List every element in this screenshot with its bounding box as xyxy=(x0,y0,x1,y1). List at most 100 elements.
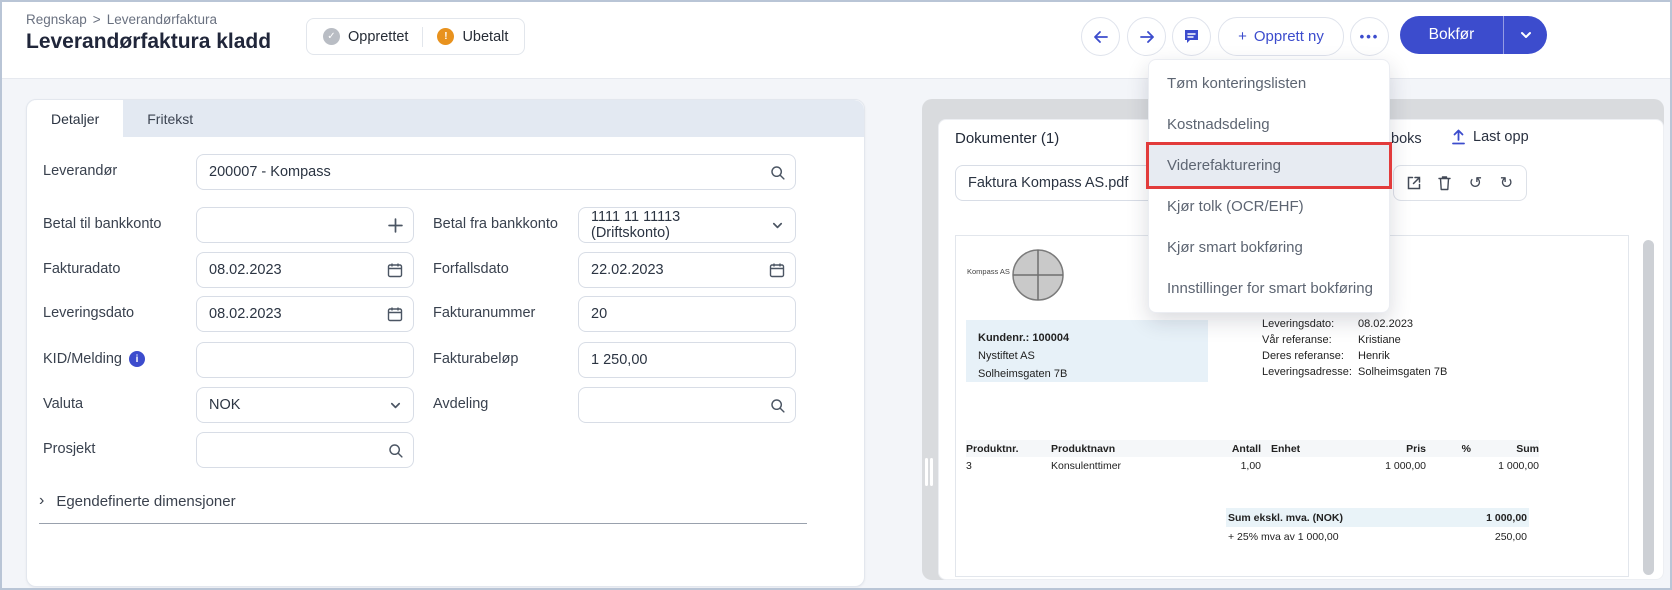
comments-button[interactable] xyxy=(1172,17,1211,56)
arrow-right-icon xyxy=(1138,28,1156,46)
app-window: Regnskap > Leverandørfaktura Leverandørf… xyxy=(0,0,1672,590)
status-badge-label: Opprettet xyxy=(348,29,408,45)
info-icon[interactable]: i xyxy=(129,351,145,367)
more-actions-button[interactable]: ••• xyxy=(1350,17,1389,56)
forward-button[interactable] xyxy=(1127,17,1166,56)
bokfor-dropdown-button[interactable] xyxy=(1504,16,1547,54)
menu-item-innstillinger-smart-bokforing[interactable]: Innstillinger for smart bokføring xyxy=(1149,268,1389,309)
document-toolbar: ↺ ↻ xyxy=(1393,165,1527,201)
rotate-cw-icon: ↻ xyxy=(1500,175,1513,191)
tab-fritekst[interactable]: Fritekst xyxy=(123,100,217,137)
fakturabelop-field-wrap xyxy=(578,342,796,378)
invoice-customer-block: Kundenr.: 100004 Nystiftet AS Solheimsga… xyxy=(966,320,1208,382)
bokfor-button[interactable]: Bokfør xyxy=(1400,16,1503,54)
rotate-right-button[interactable]: ↻ xyxy=(1495,171,1519,195)
forfallsdato-field-wrap xyxy=(578,252,796,288)
chevron-down-icon xyxy=(1519,28,1533,42)
meta-label: Leveringsadresse: xyxy=(1262,364,1358,380)
search-icon[interactable] xyxy=(385,440,405,460)
forfallsdato-label: Forfallsdato xyxy=(433,261,509,277)
fakturanummer-input[interactable] xyxy=(578,296,796,332)
search-icon[interactable] xyxy=(767,395,787,415)
calendar-icon[interactable] xyxy=(767,260,787,280)
prosjekt-input[interactable] xyxy=(196,432,414,468)
betal-til-input[interactable] xyxy=(196,207,414,243)
rotate-ccw-icon: ↺ xyxy=(1469,175,1482,191)
custom-dimensions-expander[interactable]: › Egendefinerte dimensjoner xyxy=(39,492,807,524)
chat-icon xyxy=(1183,28,1200,45)
documents-title: Dokumenter (1) xyxy=(955,130,1059,147)
delete-document-button[interactable] xyxy=(1433,171,1457,195)
kid-melding-input[interactable] xyxy=(196,342,414,378)
calendar-icon[interactable] xyxy=(385,260,405,280)
valuta-select[interactable]: NOK xyxy=(196,387,414,423)
leverandor-label: Leverandør xyxy=(43,163,117,179)
inbox-button-partial[interactable]: boks xyxy=(1391,131,1422,147)
breadcrumb-separator: > xyxy=(93,12,101,27)
menu-item-kjor-smart-bokforing[interactable]: Kjør smart bokføring xyxy=(1149,227,1389,268)
search-icon[interactable] xyxy=(767,162,787,182)
breadcrumb: Regnskap > Leverandørfaktura xyxy=(26,12,217,27)
totals-label: + 25% mva av 1 000,00 xyxy=(1228,531,1339,543)
tab-detaljer[interactable]: Detaljer xyxy=(27,100,123,137)
totals-value: 250,00 xyxy=(1495,531,1527,543)
chevron-down-icon[interactable] xyxy=(767,215,787,235)
fakturanummer-label: Fakturanummer xyxy=(433,305,535,321)
meta-label: Deres referanse: xyxy=(1262,348,1358,364)
menu-item-kjor-tolk[interactable]: Kjør tolk (OCR/EHF) xyxy=(1149,186,1389,227)
calendar-icon[interactable] xyxy=(385,304,405,324)
leveringsdato-input[interactable] xyxy=(196,296,414,332)
cell-sum: 1 000,00 xyxy=(1471,460,1539,472)
fakturabelop-input[interactable] xyxy=(578,342,796,378)
avdeling-input[interactable] xyxy=(578,387,796,423)
breadcrumb-link-leverandorfaktura[interactable]: Leverandørfaktura xyxy=(107,12,217,27)
kid-melding-label: KID/Melding i xyxy=(43,351,145,367)
scrollbar[interactable] xyxy=(1643,240,1654,575)
menu-item-tom-konteringslisten[interactable]: Tøm konteringslisten xyxy=(1149,63,1389,104)
upload-button[interactable]: Last opp xyxy=(1451,129,1529,145)
cell-produktnr: 3 xyxy=(966,460,1051,472)
upload-label: Last opp xyxy=(1473,129,1529,145)
panel-resize-handle[interactable] xyxy=(925,458,934,486)
status-badge-group: ✓ Opprettet ! Ubetalt xyxy=(306,18,525,55)
fakturadato-label: Fakturadato xyxy=(43,261,120,277)
fakturanummer-field-wrap xyxy=(578,296,796,332)
fakturadato-input[interactable] xyxy=(196,252,414,288)
page-title: Leverandørfaktura kladd xyxy=(26,30,271,54)
fakturadato-field-wrap xyxy=(196,252,414,288)
menu-item-viderefakturering[interactable]: Viderefakturering xyxy=(1149,145,1389,186)
plus-icon[interactable] xyxy=(385,215,405,235)
col-produktnr: Produktnr. xyxy=(966,443,1051,455)
forfallsdato-input[interactable] xyxy=(578,252,796,288)
kid-melding-label-text: KID/Melding xyxy=(43,351,122,367)
chevron-down-icon[interactable] xyxy=(385,395,405,415)
customer-name: Nystiftet AS xyxy=(978,347,1196,365)
col-produktnavn: Produktnavn xyxy=(1051,443,1206,455)
customer-number: Kundenr.: 100004 xyxy=(978,329,1196,347)
custom-dimensions-label: Egendefinerte dimensjoner xyxy=(56,493,235,510)
betal-fra-label: Betal fra bankkonto xyxy=(433,216,558,232)
create-new-button[interactable]: + Opprett ny xyxy=(1218,17,1344,56)
leverandor-input[interactable] xyxy=(196,154,796,190)
col-antall: Antall xyxy=(1206,443,1261,455)
leveringsdato-label: Leveringsdato xyxy=(43,305,134,321)
valuta-field-wrap: NOK xyxy=(196,387,414,423)
invoice-meta-block: Leveringsdato:08.02.2023 Vår referanse:K… xyxy=(1262,316,1447,380)
cell-pris: 1 000,00 xyxy=(1326,460,1426,472)
meta-label: Leveringsdato: xyxy=(1262,316,1358,332)
open-external-button[interactable] xyxy=(1402,171,1426,195)
cell-produktnavn: Konsulenttimer xyxy=(1051,460,1206,472)
back-button[interactable] xyxy=(1081,17,1120,56)
invoice-totals: Sum ekskl. mva. (NOK) 1 000,00 + 25% mva… xyxy=(1226,508,1529,546)
meta-value: Solheimsgaten 7B xyxy=(1358,364,1447,380)
rotate-left-button[interactable]: ↺ xyxy=(1464,171,1488,195)
status-badge-opprettet: ✓ Opprettet xyxy=(323,28,408,45)
upload-icon xyxy=(1451,129,1466,145)
status-badge-ubetalt: ! Ubetalt xyxy=(437,28,508,45)
avdeling-label: Avdeling xyxy=(433,396,488,412)
meta-label: Vår referanse: xyxy=(1262,332,1358,348)
menu-item-kostnadsdeling[interactable]: Kostnadsdeling xyxy=(1149,104,1389,145)
breadcrumb-link-regnskap[interactable]: Regnskap xyxy=(26,12,87,27)
meta-value: Kristiane xyxy=(1358,332,1401,348)
betal-fra-select[interactable]: 1111 11 11113 (Driftskonto) xyxy=(578,207,796,243)
